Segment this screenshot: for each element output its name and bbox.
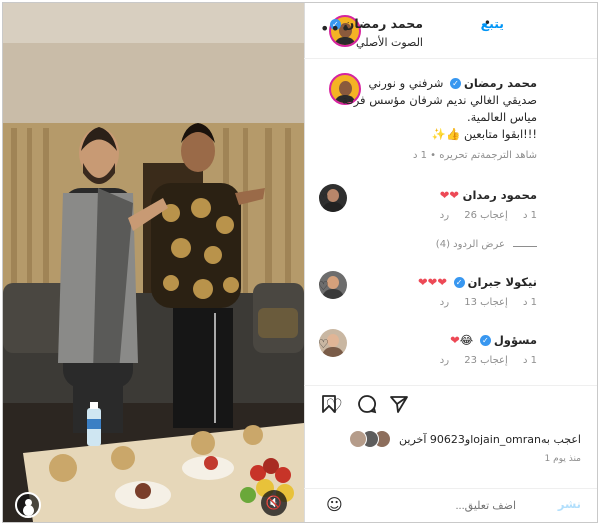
see-translation-link[interactable]: شاهد الترجمة: [480, 150, 537, 161]
caption-meta: شاهد الترجمةتم تحريره • 1 د: [413, 150, 537, 161]
laugh-emoji: 😂: [459, 333, 474, 347]
caption-emoji: 👍✨: [431, 127, 461, 141]
author-username-text[interactable]: محمد رمضان: [344, 16, 423, 31]
comment-likes[interactable]: إعجاب 26: [464, 210, 508, 221]
mute-icon[interactable]: 🔇: [261, 490, 287, 516]
comment-item: نيكولا جبران✓ ❤❤❤ 1 د إعجاب 13 رد ♡: [304, 271, 597, 315]
comment-line: نيكولا جبران✓ ❤❤❤: [418, 275, 537, 289]
reply-button[interactable]: رد: [440, 355, 449, 366]
comment-line: مسؤول✓ 😂❤: [450, 333, 537, 347]
caption-text-2: !!!ابقوا متابعين: [464, 127, 537, 141]
likes-row: اعجب بهlojain_omranو90623 آخرين: [304, 429, 597, 449]
reply-button[interactable]: رد: [440, 297, 449, 308]
comment-icon[interactable]: [357, 394, 377, 419]
comment-meta: 1 د إعجاب 26 رد: [428, 210, 537, 221]
smiley-icon[interactable]: ☺: [326, 495, 343, 514]
edited-label: تم تحريره: [439, 150, 481, 161]
comment-likes[interactable]: إعجاب 13: [464, 297, 508, 308]
comment-item: مسؤول✓ 😂❤ 1 د إعجاب 23 رد ♡: [304, 329, 597, 373]
comment-like-icon[interactable]: ♡: [318, 192, 329, 206]
post-header: محمد رمضان✓ • يتبع الصوت الأصلي •••: [304, 3, 597, 59]
caption-username[interactable]: محمد رمضان: [464, 76, 537, 90]
view-replies[interactable]: عرض الردود (4): [304, 239, 597, 255]
comment-like-icon[interactable]: ♡: [318, 337, 329, 351]
post-comment-button[interactable]: نشر: [558, 497, 581, 511]
likes-text[interactable]: اعجب بهlojain_omranو90623 آخرين: [399, 433, 581, 446]
comment-time: 1 د: [522, 210, 537, 221]
liker-avatars[interactable]: [337, 430, 391, 448]
follow-button[interactable]: يتبع: [481, 16, 504, 31]
comment-meta: 1 د إعجاب 13 رد: [428, 297, 537, 308]
comment-username[interactable]: نيكولا جبران: [468, 275, 537, 289]
view-replies-text[interactable]: عرض الردود (4): [436, 239, 505, 250]
verified-badge-icon: ✓: [479, 335, 491, 346]
comment-username[interactable]: مسؤول: [494, 333, 537, 347]
comment-likes[interactable]: إعجاب 23: [464, 355, 508, 366]
add-comment-bar: ☺ نشر: [304, 488, 597, 522]
comment-line: محمود رمدان ❤❤: [440, 188, 537, 202]
more-icon[interactable]: •••: [320, 19, 351, 38]
verified-badge-icon: ✓: [453, 277, 465, 288]
caption-text-block: محمد رمضان✓ شرفني و نورني صديقي الغالي ن…: [337, 75, 537, 143]
comment-item: محمود رمدان ❤❤ 1 د إعجاب 26 رد ♡: [304, 184, 597, 228]
heart-emoji: ❤❤❤: [418, 275, 447, 289]
reply-button[interactable]: رد: [440, 210, 449, 221]
replies-divider: [513, 246, 537, 247]
audio-label[interactable]: الصوت الأصلي: [356, 36, 423, 49]
caption-time: 1 د: [412, 150, 427, 161]
post-caption: محمد رمضان✓ شرفني و نورني صديقي الغالي ن…: [304, 73, 597, 173]
action-bar: ♡: [304, 385, 597, 425]
send-icon[interactable]: [389, 394, 409, 419]
tagged-users-icon[interactable]: [15, 492, 41, 518]
verified-badge-icon: ✓: [450, 78, 462, 89]
media-illustration: [3, 3, 304, 522]
post-timestamp: منذ يوم 1: [544, 454, 581, 464]
comment-time: 1 د: [522, 297, 537, 308]
comment-username[interactable]: محمود رمدان: [463, 188, 537, 202]
post-window: 🔇 محمد رمضان✓ • يتبع الصوت الأصلي ••• مح…: [2, 2, 598, 523]
bookmark-icon[interactable]: [320, 394, 338, 419]
post-media[interactable]: 🔇: [3, 3, 304, 522]
post-sidebar: محمد رمضان✓ • يتبع الصوت الأصلي ••• محمد…: [304, 3, 597, 522]
comment-meta: 1 د إعجاب 23 رد: [428, 355, 537, 366]
separator-dot: •: [430, 150, 437, 161]
comment-like-icon[interactable]: ♡: [318, 279, 329, 293]
heart-emoji: ❤❤: [439, 188, 459, 202]
heart-emoji: ❤: [450, 333, 460, 347]
comment-input[interactable]: [366, 497, 516, 515]
comment-time: 1 د: [522, 355, 537, 366]
